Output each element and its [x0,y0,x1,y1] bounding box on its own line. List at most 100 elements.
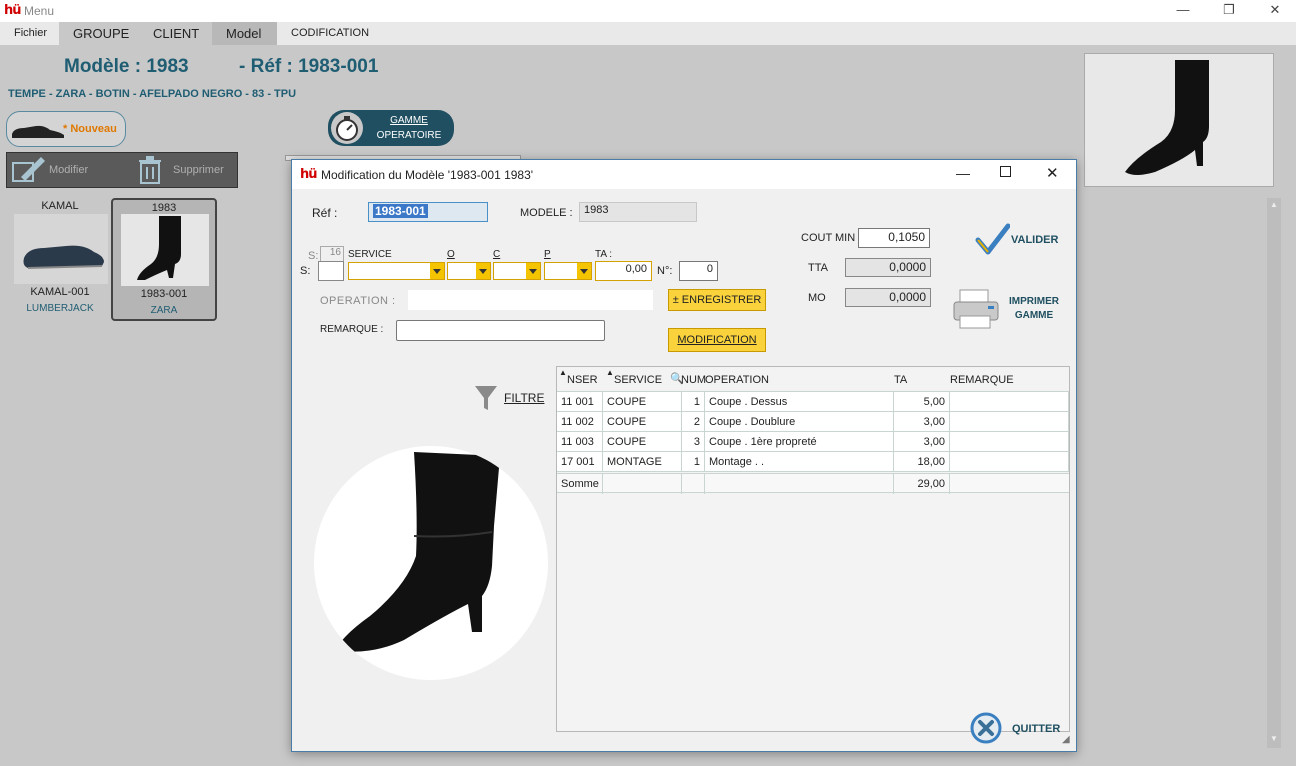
table-cell: COUPE [603,392,682,412]
filtre-button[interactable]: FILTRE [474,384,544,412]
card-code: 1983-001 [140,288,188,300]
service-label: SERVICE [348,249,392,260]
chevron-down-icon [430,263,444,279]
valider-button[interactable]: VALIDER [974,222,1074,256]
dialog-logo: hü [300,167,317,182]
table-row[interactable]: 11 002 COUPE 2 Coupe . Doublure 3,00 [557,412,1069,432]
menu-fichier[interactable]: Fichier [0,22,59,45]
col-remarque[interactable]: REMARQUE [950,367,1014,391]
menu-client[interactable]: CLIENT [139,22,212,45]
col-nser[interactable]: NSER [567,367,598,391]
close-circle-icon [970,712,1002,744]
table-cell: 2 [682,412,705,432]
main-scrollbar[interactable]: ▲ ▼ [1267,198,1281,748]
sort-up-icon[interactable]: ▲ [559,368,567,377]
menu-groupe[interactable]: GROUPE [59,22,139,45]
ta-input[interactable]: 0,00 [595,261,652,281]
chevron-down-icon [526,263,540,279]
dialog-titlebar: hü Modification du Modèle '1983-001 1983… [292,160,1076,189]
model-card-kamal[interactable]: KAMAL KAMAL-001 LUMBERJACK [10,198,110,320]
table-cell: 1 [682,452,705,472]
tta-input: 0,0000 [845,258,931,277]
modifier-label: Modifier [49,164,89,176]
o-select[interactable] [447,262,491,280]
table-cell [950,432,1069,452]
card-top-label: KAMAL [41,200,79,212]
table-cell: Coupe . 1ère propreté [705,432,894,452]
col-service[interactable]: SERVICE [614,367,662,391]
menu-bar: Fichier GROUPE CLIENT Model CODIFICATION [0,22,1296,45]
menu-model[interactable]: Model [212,22,277,45]
window-titlebar: hü Menu — ❐ ✕ [0,0,1296,22]
dialog-minimize-icon[interactable]: — [956,165,970,181]
scroll-up-icon[interactable]: ▲ [1270,200,1278,209]
menu-codification[interactable]: CODIFICATION [277,22,387,45]
dialog-maximize-icon[interactable] [1000,166,1011,177]
service-select[interactable] [348,262,445,280]
s-input[interactable] [318,261,344,281]
gamme-line2: OPERATOIRE [376,130,442,141]
imprimer-gamme-button[interactable]: IMPRIMER GAMME [952,286,1062,332]
supprimer-button[interactable]: Supprimer [133,155,237,185]
p-select[interactable] [544,262,592,280]
tta-label: TTA [808,262,828,274]
model-title: Modèle : 1983 [64,56,189,77]
total-empty [682,474,705,494]
table-cell: MONTAGE [603,452,682,472]
table-row[interactable]: 17 001 MONTAGE 1 Montage . . 18,00 [557,452,1069,472]
o-label: O [447,249,455,260]
total-empty [603,474,682,494]
col-num[interactable]: NUM [681,367,706,391]
scroll-down-icon[interactable]: ▼ [1270,734,1278,743]
table-cell: 3,00 [894,412,950,432]
minimize-icon[interactable]: — [1168,2,1198,20]
table-cell: 17 001 [557,452,603,472]
table-cell [950,412,1069,432]
boot-photo [336,452,500,652]
restore-icon[interactable]: ❐ [1214,2,1244,20]
app-logo: hü [4,3,21,18]
dialog-close-icon[interactable]: ✕ [1046,164,1059,182]
model-card-1983[interactable]: 1983 1983-001 ZARA [111,198,217,321]
table-row[interactable]: 11 001 COUPE 1 Coupe . Dessus 5,00 [557,392,1069,412]
nouveau-button[interactable]: * Nouveau [6,111,126,147]
ref-input[interactable]: 1983-001 [368,202,488,222]
valider-label: VALIDER [1011,234,1059,246]
table-cell: 1 [682,392,705,412]
modification-button[interactable]: MODIFICATION [668,328,766,352]
table-cell: Coupe . Dessus [705,392,894,412]
cout-min-label: COUT MIN [801,232,856,244]
operation-label: OPERATION : [320,295,396,307]
quitter-button[interactable]: QUITTER [970,712,1070,746]
printer-icon [953,289,999,329]
col-operation[interactable]: OPERATION [705,367,769,391]
nouveau-label: * Nouveau [63,123,117,135]
col-ta[interactable]: TA [894,367,907,391]
table-cell [950,392,1069,412]
modifier-button[interactable]: Modifier [9,155,131,185]
operations-table: ▲ NSER ▲ SERVICE 🔍 NUM OPERATION TA REMA… [556,366,1070,732]
supprimer-label: Supprimer [173,164,224,176]
resize-grip-icon[interactable]: ◢ [1062,734,1070,745]
remarque-input[interactable] [396,320,605,341]
model-description: TEMPE - ZARA - BOTIN - AFELPADO NEGRO - … [8,88,297,100]
close-icon[interactable]: ✕ [1260,2,1290,20]
gamme-operatoire-button[interactable]: GAMME OPERATOIRE [328,110,454,146]
c-label: C [493,249,501,260]
quitter-label: QUITTER [1012,723,1061,735]
enregistrer-button[interactable]: ± ENREGISTRER [668,289,766,311]
mo-label: MO [808,292,826,304]
table-cell: COUPE [603,412,682,432]
c-select[interactable] [493,262,541,280]
check-icon [975,223,1010,255]
funnel-icon [475,386,497,410]
cout-min-input[interactable]: 0,1050 [858,228,930,248]
sort-up-icon[interactable]: ▲ [606,368,614,377]
ta-label: TA : [595,249,613,260]
imprimer-line2: GAMME [1014,310,1054,321]
gamme-line1: GAMME [390,115,428,126]
operation-input[interactable] [408,290,653,310]
boot-icon [137,216,181,280]
table-row[interactable]: 11 003 COUPE 3 Coupe . 1ère propreté 3,00 [557,432,1069,452]
no-input[interactable]: 0 [679,261,718,281]
